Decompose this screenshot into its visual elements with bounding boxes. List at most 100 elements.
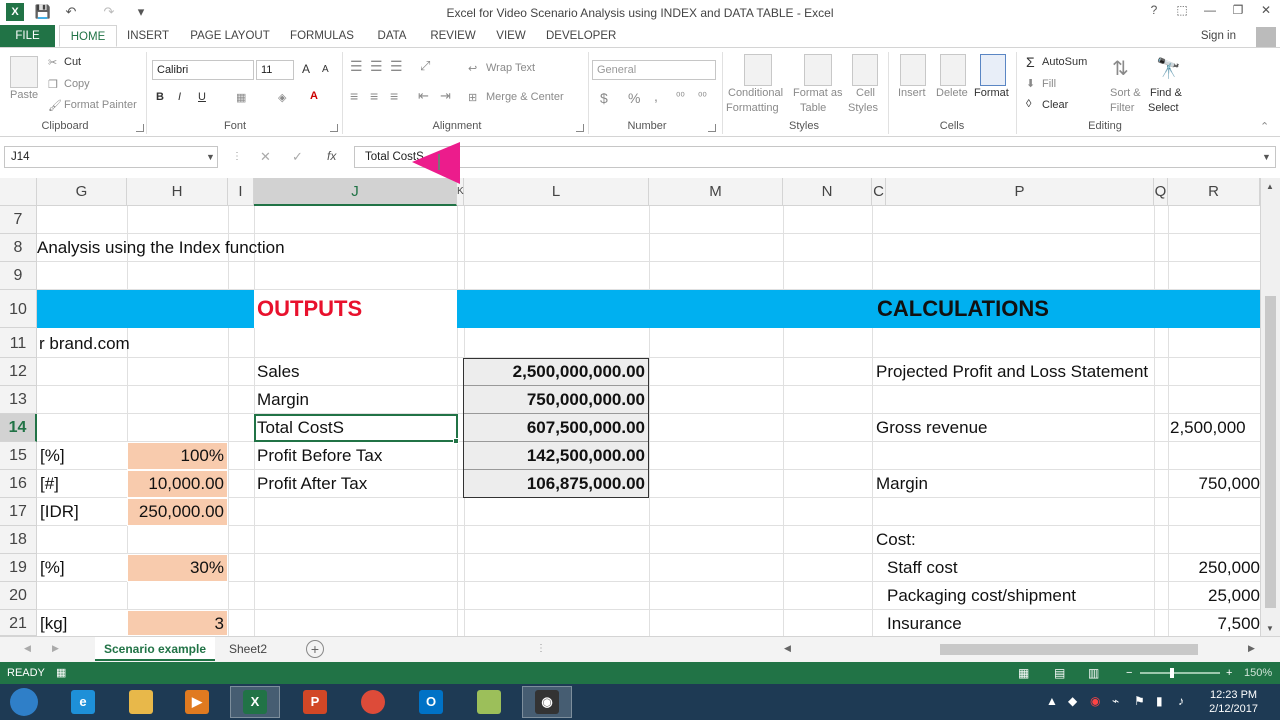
align-middle-icon[interactable]: ☰ [370, 58, 383, 75]
row-header-16[interactable]: 16 [0, 470, 37, 498]
find-select-button[interactable]: Find & [1150, 87, 1182, 99]
align-top-icon[interactable]: ☰ [350, 58, 363, 75]
zoom-in-button[interactable]: + [1226, 662, 1232, 684]
fill-icon[interactable]: ⬇ [1026, 77, 1035, 90]
tray-app-icon[interactable]: ◆ [1068, 694, 1077, 708]
staff-cost-value[interactable]: 250,000 [1170, 558, 1260, 578]
brand-url[interactable]: r brand.com [39, 334, 130, 354]
total-costs-value[interactable]: 607,500,000.00 [466, 418, 645, 438]
close-button[interactable]: ✕ [1252, 3, 1280, 21]
unit-label[interactable]: [%] [40, 558, 65, 578]
avatar[interactable] [1256, 27, 1276, 47]
next-sheet-icon[interactable]: ▶ [52, 643, 59, 654]
zoom-slider[interactable] [1140, 672, 1220, 674]
increase-decimal-icon[interactable]: ⁰⁰ [676, 90, 685, 103]
format-painter-button[interactable]: Format Painter [64, 99, 137, 111]
taskbar-notes[interactable] [464, 686, 514, 718]
row-header-19[interactable]: 19 [0, 554, 37, 582]
collapse-ribbon-icon[interactable]: ⌃ [1260, 120, 1269, 133]
cut-icon[interactable]: ✂ [48, 56, 57, 69]
wrap-text-button[interactable]: Wrap Text [486, 62, 535, 74]
gross-revenue-label[interactable]: Gross revenue [876, 418, 988, 438]
merge-center-button[interactable]: Merge & Center [486, 91, 564, 103]
cost-heading[interactable]: Cost: [876, 530, 916, 550]
row-header-7[interactable]: 7 [0, 206, 37, 234]
profit-before-tax-value[interactable]: 142,500,000.00 [466, 446, 645, 466]
taskbar-outlook[interactable]: O [406, 686, 456, 718]
autosum-icon[interactable]: Σ [1026, 54, 1035, 70]
minimize-button[interactable]: — [1196, 3, 1224, 21]
page-layout-view-icon[interactable]: ▤ [1054, 662, 1065, 684]
tab-review[interactable]: REVIEW [428, 25, 478, 47]
font-color-icon[interactable]: A [310, 90, 318, 102]
vertical-scroll-thumb[interactable] [1265, 296, 1276, 608]
font-name-combo[interactable]: Calibri [152, 60, 254, 80]
decrease-indent-icon[interactable]: ⇤ [418, 88, 429, 104]
row-header-8[interactable]: 8 [0, 234, 37, 262]
tab-file[interactable]: FILE [0, 25, 55, 47]
pnl-title[interactable]: Projected Profit and Loss Statement [876, 362, 1148, 382]
prev-sheet-icon[interactable]: ◀ [24, 643, 31, 654]
conditional-formatting-button[interactable]: Conditional [728, 87, 783, 99]
help-button[interactable]: ? [1140, 3, 1168, 21]
tab-insert[interactable]: INSERT [124, 25, 172, 47]
row-header-18[interactable]: 18 [0, 526, 37, 554]
taskbar-powerpoint[interactable]: P [290, 686, 340, 718]
fill-handle[interactable] [453, 438, 459, 444]
tab-split-icon[interactable]: ⋮ [536, 643, 546, 654]
number-format-combo[interactable]: General [592, 60, 716, 80]
row-header-9[interactable]: 9 [0, 262, 37, 290]
packaging-cost-value[interactable]: 25,000 [1170, 586, 1260, 606]
tray-acrobat-icon[interactable]: ◉ [1090, 694, 1100, 708]
packaging-cost-label[interactable]: Packaging cost/shipment [887, 586, 1076, 606]
row-header-20[interactable]: 20 [0, 582, 37, 610]
add-sheet-button[interactable]: + [306, 640, 324, 658]
formula-input[interactable]: Total CostS [354, 146, 1276, 168]
tab-view[interactable]: VIEW [494, 25, 528, 47]
row-header-21[interactable]: 21 [0, 610, 37, 636]
wrap-text-icon[interactable]: ↩ [468, 62, 477, 75]
column-header-q[interactable]: Q [1154, 178, 1168, 206]
column-header-g[interactable]: G [37, 178, 127, 206]
format-cells-button[interactable]: Format [974, 87, 1009, 99]
taskbar-camtasia[interactable]: ◉ [522, 686, 572, 718]
sales-value[interactable]: 2,500,000,000.00 [466, 362, 645, 382]
taskbar-excel[interactable]: X [230, 686, 280, 718]
align-center-icon[interactable]: ≡ [370, 88, 378, 104]
tray-network-icon[interactable]: ▮ [1156, 694, 1163, 708]
insurance-value[interactable]: 7,500 [1170, 614, 1260, 636]
find-select-icon[interactable]: 🔭 [1156, 56, 1181, 81]
fill-button[interactable]: Fill [1042, 78, 1056, 90]
input-value[interactable]: 100% [128, 446, 224, 466]
insert-function-button[interactable]: fx [327, 149, 336, 163]
column-header-h[interactable]: H [127, 178, 228, 206]
column-header-r[interactable]: R [1168, 178, 1260, 206]
clear-button[interactable]: Clear [1042, 99, 1068, 111]
profit-after-tax-label[interactable]: Profit After Tax [257, 474, 367, 494]
cut-button[interactable]: Cut [64, 56, 81, 68]
taskbar-ie[interactable]: e [58, 686, 108, 718]
ribbon-display-button[interactable]: ⬚ [1168, 3, 1196, 21]
comma-button[interactable]: , [654, 88, 658, 104]
input-value[interactable]: 250,000.00 [128, 502, 224, 522]
column-header-o[interactable]: C [872, 178, 886, 206]
zoom-slider-handle[interactable] [1170, 668, 1174, 678]
decrease-decimal-icon[interactable]: ⁰⁰ [698, 90, 707, 103]
unit-label[interactable]: [%] [40, 446, 65, 466]
profit-after-tax-value[interactable]: 106,875,000.00 [466, 474, 645, 494]
number-launcher-icon[interactable] [708, 124, 716, 132]
copy-button[interactable]: Copy [64, 78, 90, 90]
normal-view-icon[interactable]: ▦ [1018, 662, 1029, 684]
input-value[interactable]: 3 [128, 614, 224, 634]
align-right-icon[interactable]: ≡ [390, 88, 398, 104]
insurance-label[interactable]: Insurance [887, 614, 962, 636]
paste-icon[interactable] [10, 56, 38, 88]
format-as-table-button[interactable]: Format as [793, 87, 843, 99]
tab-formulas[interactable]: FORMULAS [287, 25, 357, 47]
profit-before-tax-label[interactable]: Profit Before Tax [257, 446, 382, 466]
sheet-tab-scenario-example[interactable]: Scenario example [95, 637, 215, 661]
column-header-n[interactable]: N [783, 178, 872, 206]
fill-color-icon[interactable]: ◈ [278, 91, 286, 104]
tab-home[interactable]: HOME [59, 25, 117, 47]
delete-cells-button[interactable]: Delete [936, 87, 968, 99]
